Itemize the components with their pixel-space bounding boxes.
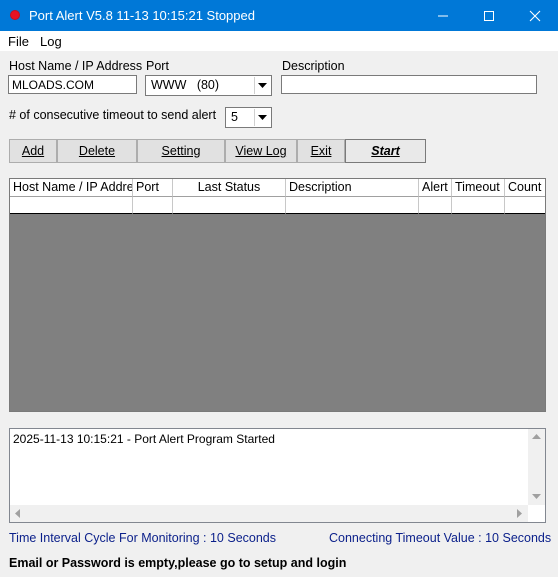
login-warning: Email or Password is empty,please go to … xyxy=(9,556,347,570)
host-table[interactable]: Host Name / IP Addre Port Last Status De… xyxy=(9,178,546,412)
menu-log[interactable]: Log xyxy=(40,34,62,49)
minimize-icon xyxy=(438,15,448,16)
window-title: Port Alert V5.8 11-13 10:15:21 Stopped xyxy=(29,8,255,23)
table-row-cell[interactable] xyxy=(133,197,173,214)
table-row-cell[interactable] xyxy=(286,197,419,214)
maximize-icon xyxy=(484,10,494,21)
column-header-description[interactable]: Description xyxy=(286,179,419,197)
chevron-down-icon[interactable] xyxy=(254,77,270,94)
description-label: Description xyxy=(282,59,345,73)
timeout-count-select[interactable]: 5 xyxy=(225,107,272,128)
horizontal-scrollbar[interactable] xyxy=(10,505,528,522)
vertical-scrollbar[interactable] xyxy=(528,429,545,505)
chevron-down-icon[interactable] xyxy=(254,109,270,126)
scroll-up-icon[interactable] xyxy=(532,434,541,440)
column-header-port[interactable]: Port xyxy=(133,179,173,197)
scroll-right-icon[interactable] xyxy=(517,509,523,518)
scroll-down-icon[interactable] xyxy=(532,494,541,500)
column-header-alert[interactable]: Alert xyxy=(419,179,452,197)
host-label: Host Name / IP Address xyxy=(9,59,143,73)
menu-file[interactable]: File xyxy=(8,34,29,49)
table-row-cell[interactable] xyxy=(10,197,133,214)
column-header-host[interactable]: Host Name / IP Addre xyxy=(10,179,133,197)
setting-button[interactable]: Setting xyxy=(137,139,225,163)
description-input[interactable] xyxy=(281,75,537,94)
scroll-left-icon[interactable] xyxy=(15,509,21,518)
delete-button[interactable]: Delete xyxy=(57,139,137,163)
port-label: Port xyxy=(146,59,169,73)
column-header-timeout[interactable]: Timeout xyxy=(452,179,505,197)
exit-button[interactable]: Exit xyxy=(297,139,345,163)
add-button[interactable]: Add xyxy=(9,139,57,163)
timeout-count-label: # of consecutive timeout to send alert xyxy=(9,108,217,122)
maximize-button[interactable] xyxy=(466,0,512,31)
port-value: WWW (80) xyxy=(151,78,220,92)
host-input[interactable]: MLOADS.COM xyxy=(8,75,137,94)
close-icon xyxy=(529,10,541,21)
table-row-cell[interactable] xyxy=(419,197,452,214)
menu-bar: File Log xyxy=(0,31,558,51)
close-button[interactable] xyxy=(512,0,558,31)
interval-status: Time Interval Cycle For Monitoring : 10 … xyxy=(9,531,277,545)
log-line: 2025-11-13 10:15:21 - Port Alert Program… xyxy=(13,432,275,446)
minimize-button[interactable] xyxy=(420,0,466,31)
table-row-cell[interactable] xyxy=(505,197,545,214)
table-row-cell[interactable] xyxy=(173,197,286,214)
table-row-cell[interactable] xyxy=(452,197,505,214)
log-textbox[interactable]: 2025-11-13 10:15:21 - Port Alert Program… xyxy=(9,428,546,523)
timeout-status: Connecting Timeout Value : 10 Seconds xyxy=(329,531,552,545)
port-select[interactable]: WWW (80) xyxy=(145,75,272,96)
timeout-count-value: 5 xyxy=(231,110,238,124)
app-status-icon xyxy=(11,11,19,19)
column-header-count[interactable]: Count xyxy=(505,179,545,197)
title-bar[interactable]: Port Alert V5.8 11-13 10:15:21 Stopped xyxy=(0,0,558,31)
start-button[interactable]: Start xyxy=(345,139,426,163)
view-log-button[interactable]: View Log xyxy=(225,139,297,163)
column-header-last-status[interactable]: Last Status xyxy=(173,179,286,197)
